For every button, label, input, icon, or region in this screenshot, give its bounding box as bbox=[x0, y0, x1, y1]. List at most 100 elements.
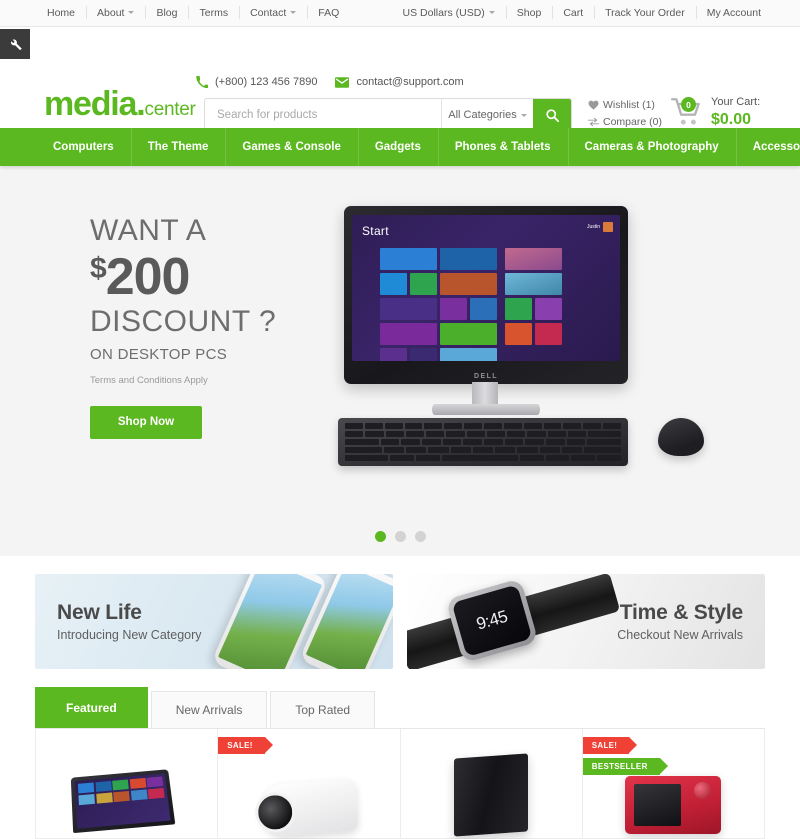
nav-item-games-console[interactable]: Games & Console bbox=[225, 128, 357, 166]
camera-dial-knob bbox=[694, 782, 712, 799]
nav-item-accessories[interactable]: Accessories bbox=[735, 128, 800, 166]
tile-extra bbox=[410, 348, 437, 361]
product-ribbons: SALE! bbox=[218, 737, 273, 758]
windows-user-avatar bbox=[603, 222, 613, 232]
currency-selector[interactable]: US Dollars (USD) bbox=[392, 0, 506, 26]
hero-shop-now-button[interactable]: Shop Now bbox=[90, 405, 202, 439]
category-dropdown-label: All Categories bbox=[448, 109, 517, 121]
product-ribbons: SALE! BESTSELLER bbox=[582, 737, 668, 779]
topbar-link-home-label: Home bbox=[47, 7, 76, 19]
promo-left-title: New Life bbox=[57, 601, 142, 625]
hero-terms-note: Terms and Conditions Apply bbox=[90, 374, 208, 386]
nav-item-accessories-label: Accessories bbox=[752, 141, 800, 153]
topbar-link-terms-label: Terms bbox=[199, 7, 229, 19]
topbar-link-contact[interactable]: Contact bbox=[239, 0, 307, 26]
hero-carousel-dots bbox=[0, 531, 800, 542]
tile-xbox-games bbox=[505, 298, 532, 320]
search-input[interactable] bbox=[205, 99, 441, 131]
wishlist-link[interactable]: Wishlist (1) bbox=[588, 99, 662, 111]
tile-news bbox=[380, 248, 437, 270]
smartwatch-body: 9:45 bbox=[445, 577, 539, 663]
search-submit-button[interactable] bbox=[533, 99, 571, 131]
keyboard-row bbox=[345, 447, 621, 453]
tab-top-rated[interactable]: Top Rated bbox=[270, 691, 376, 728]
tile-camera bbox=[535, 298, 562, 320]
compare-link[interactable]: Compare (0) bbox=[588, 116, 662, 128]
tile-skydrive bbox=[470, 298, 497, 320]
topbar-link-about[interactable]: About bbox=[86, 0, 145, 26]
nav-item-cameras-photography[interactable]: Cameras & Photography bbox=[567, 128, 736, 166]
header-email: contact@support.com bbox=[335, 76, 464, 88]
nav-item-games-console-label: Games & Console bbox=[242, 141, 341, 153]
topbar-link-my-account[interactable]: My Account bbox=[695, 0, 772, 26]
carousel-dot-1[interactable] bbox=[374, 531, 386, 542]
topbar-link-cart[interactable]: Cart bbox=[552, 0, 594, 26]
windows-tiles bbox=[380, 248, 562, 361]
topbar-link-my-account-label: My Account bbox=[706, 7, 761, 19]
promo-right-subtitle: Checkout New Arrivals bbox=[617, 627, 743, 642]
header-contact-info: (+800) 123 456 7890 contact@support.com bbox=[196, 76, 482, 88]
tab-new-arrivals-label: New Arrivals bbox=[175, 703, 243, 717]
topbar-link-home[interactable]: Home bbox=[36, 0, 86, 26]
laptop-lid bbox=[70, 769, 175, 834]
tile-photos bbox=[380, 298, 437, 320]
promo-right-copy: Time & Style Checkout New Arrivals bbox=[617, 601, 743, 641]
hero-headline-line3: ON DESKTOP PCS bbox=[90, 345, 228, 363]
tab-new-arrivals[interactable]: New Arrivals bbox=[150, 691, 268, 728]
ribbon-sale-label: SALE! bbox=[591, 741, 618, 750]
camcorder-illustration bbox=[259, 778, 359, 838]
nav-item-gadgets[interactable]: Gadgets bbox=[357, 128, 438, 166]
product-tab-list: Featured New Arrivals Top Rated bbox=[35, 687, 765, 729]
promo-banner-row: New Life Introducing New Category 9:45 T… bbox=[0, 556, 800, 669]
product-tabs-section: Featured New Arrivals Top Rated bbox=[0, 669, 800, 729]
topbar-right-links: US Dollars (USD) Shop Cart Track Your Or… bbox=[392, 0, 772, 26]
nav-item-the-theme[interactable]: The Theme bbox=[130, 128, 226, 166]
cart-label: Your Cart: bbox=[711, 96, 761, 109]
all-in-one-monitor: Start Justin DELL bbox=[344, 206, 628, 384]
hero-headline-line1: WANT A bbox=[90, 214, 207, 247]
keyboard-row bbox=[345, 455, 621, 461]
site-logo[interactable]: media.center bbox=[44, 87, 196, 121]
nav-item-gadgets-label: Gadgets bbox=[374, 141, 421, 153]
tile-ie bbox=[380, 273, 407, 295]
theme-settings-toggle[interactable] bbox=[0, 29, 30, 59]
envelope-icon bbox=[335, 76, 350, 88]
topbar-link-shop[interactable]: Shop bbox=[505, 0, 553, 26]
top-utility-bar: Home About Blog Terms Contact FAQ US Dol… bbox=[0, 0, 800, 27]
nav-item-computers[interactable]: Computers bbox=[36, 128, 131, 166]
cart-item-count-badge: 0 bbox=[681, 97, 696, 112]
currency-selector-label: US Dollars (USD) bbox=[402, 7, 485, 19]
product-card-console[interactable] bbox=[400, 729, 583, 839]
ribbon-bestseller-label: BESTSELLER bbox=[591, 762, 648, 771]
topbar-link-terms[interactable]: Terms bbox=[188, 0, 239, 26]
topbar-link-cart-label: Cart bbox=[563, 7, 584, 19]
carousel-dot-2[interactable] bbox=[394, 531, 406, 542]
topbar-link-blog[interactable]: Blog bbox=[145, 0, 188, 26]
phone-icon bbox=[196, 76, 208, 88]
keyboard-row bbox=[345, 423, 622, 429]
product-card-red-camera[interactable]: SALE! BESTSELLER bbox=[582, 729, 765, 839]
promo-banner-time-style[interactable]: 9:45 Time & Style Checkout New Arrivals bbox=[407, 574, 765, 669]
topbar-link-contact-label: Contact bbox=[250, 7, 287, 19]
carousel-dot-3[interactable] bbox=[414, 531, 426, 542]
nav-item-phones-tablets[interactable]: Phones & Tablets bbox=[437, 128, 568, 166]
mini-cart[interactable]: 0 Your Cart: $0.00 bbox=[670, 95, 760, 129]
product-grid: SALE! SALE! BESTSELLER bbox=[35, 729, 765, 839]
product-card-camcorder[interactable]: SALE! bbox=[218, 729, 401, 839]
search-icon bbox=[545, 108, 559, 122]
windows-start-label: Start bbox=[362, 224, 389, 238]
topbar-left-links: Home About Blog Terms Contact FAQ bbox=[36, 0, 350, 26]
cart-icon-wrapper: 0 bbox=[670, 95, 704, 129]
site-header: (+800) 123 456 7890 contact@support.com … bbox=[0, 27, 800, 132]
cart-text-group: Your Cart: $0.00 bbox=[711, 95, 760, 128]
category-dropdown[interactable]: All Categories bbox=[441, 99, 533, 131]
logo-dot: . bbox=[136, 85, 145, 123]
topbar-link-faq[interactable]: FAQ bbox=[307, 0, 350, 26]
tab-featured[interactable]: Featured bbox=[35, 687, 148, 728]
product-card-laptop[interactable] bbox=[36, 729, 219, 839]
topbar-link-track-order[interactable]: Track Your Order bbox=[594, 0, 696, 26]
keyboard-illustration bbox=[338, 418, 628, 466]
nav-item-cameras-photography-label: Cameras & Photography bbox=[584, 141, 719, 153]
heart-icon bbox=[588, 100, 603, 110]
promo-banner-new-life[interactable]: New Life Introducing New Category bbox=[35, 574, 393, 669]
